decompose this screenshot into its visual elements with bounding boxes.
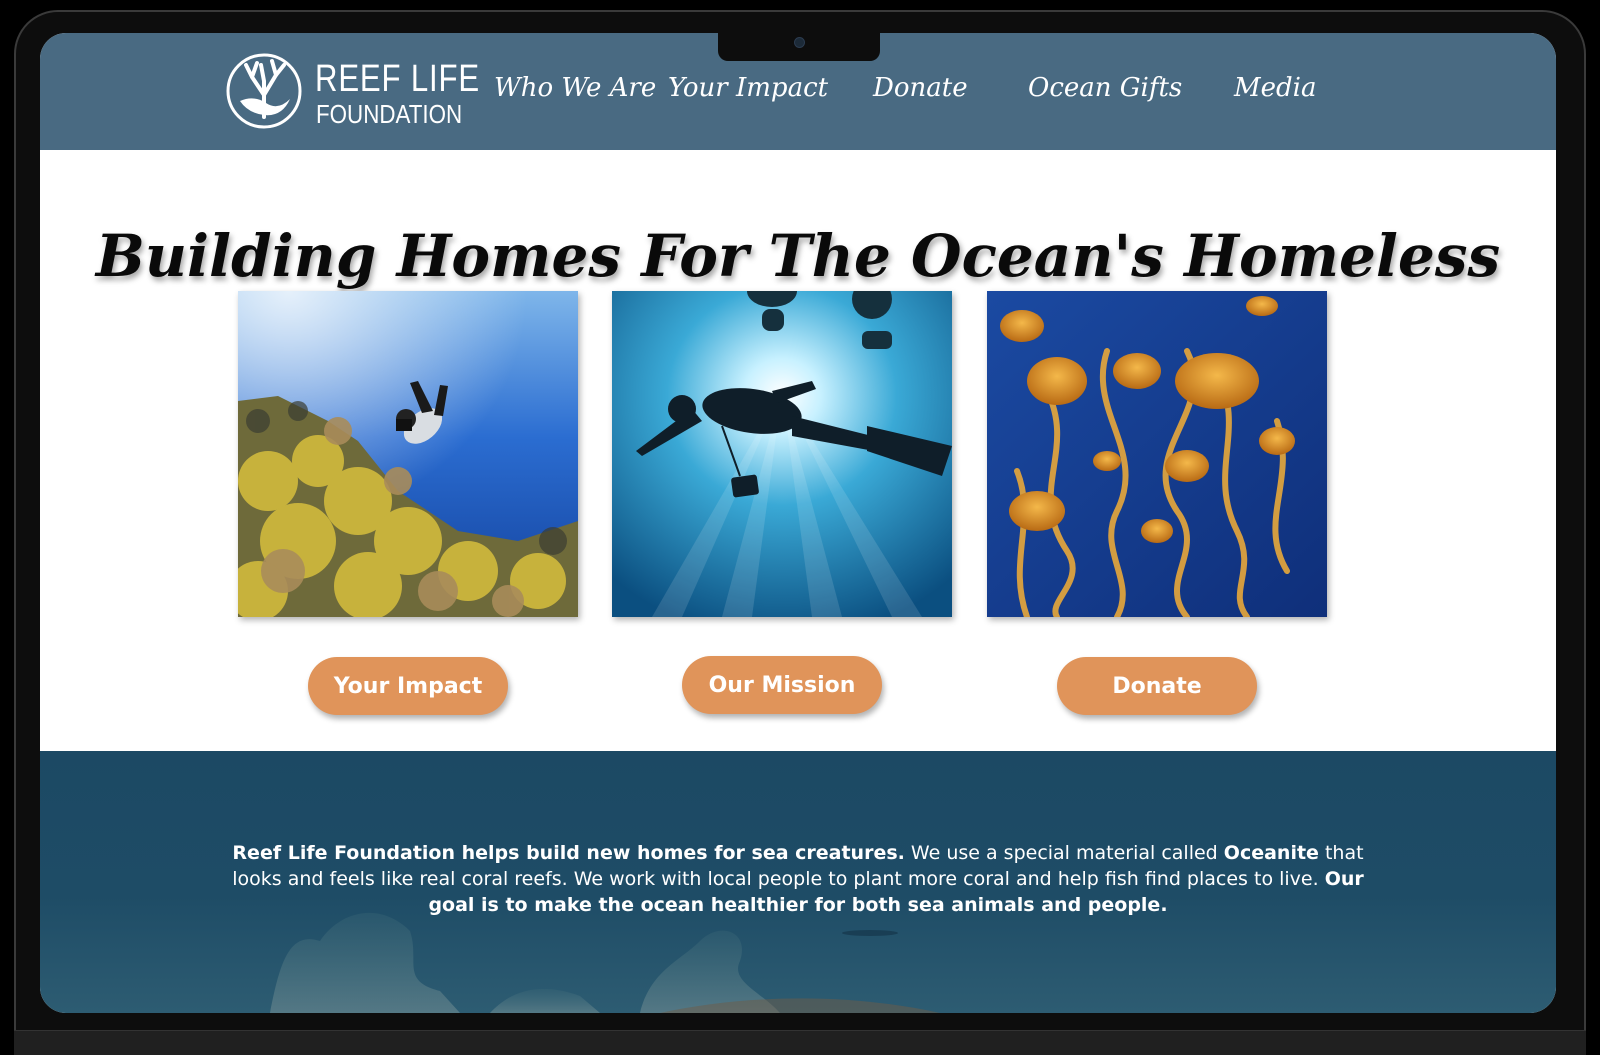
coral-logo-icon	[226, 53, 302, 129]
mission-text-2: We use a special material called	[904, 842, 1224, 864]
photo-diver-reef	[238, 291, 578, 617]
camera-notch	[718, 33, 880, 61]
mission-text-bold-1: Reef Life Foundation helps build new hom…	[232, 842, 905, 864]
our-mission-button[interactable]: Our Mission	[682, 656, 882, 714]
mission-text-oceanite: Oceanite	[1223, 842, 1319, 864]
nav-donate[interactable]: Donate	[873, 73, 968, 103]
nav-who-we-are[interactable]: Who We Are	[494, 73, 656, 103]
site-logo[interactable]: REEF LIFE FOUNDATION	[224, 49, 479, 135]
mission-statement: Reef Life Foundation helps build new hom…	[210, 840, 1386, 918]
browser-screen: REEF LIFE FOUNDATION Who We Are Your Imp…	[40, 33, 1556, 1013]
donate-button[interactable]: Donate	[1057, 657, 1257, 715]
nav-media[interactable]: Media	[1234, 73, 1316, 103]
camera-icon	[794, 37, 805, 48]
brand-name-line2: FOUNDATION	[316, 99, 463, 129]
photo-jellyfish	[987, 291, 1327, 617]
mission-section: Reef Life Foundation helps build new hom…	[40, 751, 1556, 1013]
laptop-base	[14, 1030, 1586, 1055]
brand-name-line1: REEF LIFE	[315, 58, 480, 100]
nav-ocean-gifts[interactable]: Ocean Gifts	[1028, 73, 1182, 103]
photo-diver-silhouette	[612, 291, 952, 617]
your-impact-button[interactable]: Your Impact	[308, 657, 508, 715]
hero-title: Building Homes For The Ocean's Homeless	[95, 221, 1501, 290]
nav-your-impact[interactable]: Your Impact	[668, 73, 828, 103]
